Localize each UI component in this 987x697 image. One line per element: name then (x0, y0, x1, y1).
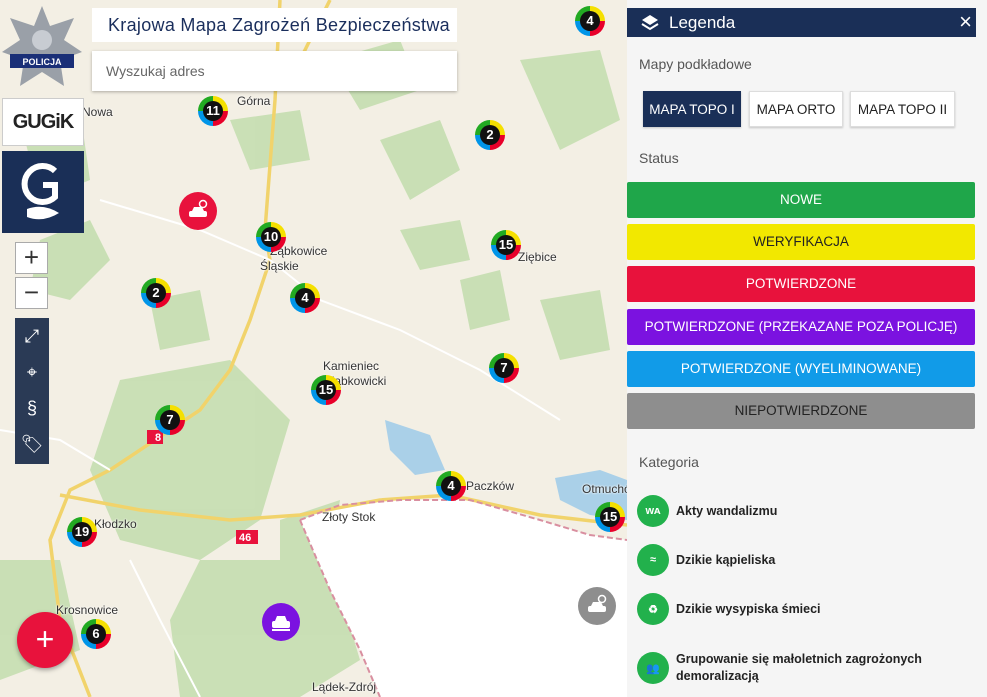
place-label: Kłodzko (94, 517, 137, 531)
add-report-button[interactable]: + (17, 612, 73, 668)
incident-cluster[interactable]: 2 (141, 278, 171, 308)
incident-cluster[interactable]: 11 (198, 96, 228, 126)
status-unconfirmed[interactable]: NIEPOTWIERDZONE (627, 393, 975, 429)
zoom-in-button[interactable]: + (15, 242, 48, 274)
incident-cluster[interactable]: 4 (575, 6, 605, 36)
legal-paragraph-icon[interactable]: § (15, 390, 49, 426)
road-label: 8 (155, 432, 162, 444)
incident-cluster[interactable]: 4 (436, 471, 466, 501)
status-new[interactable]: NOWE (627, 182, 975, 218)
category-illegal-dumps[interactable]: ♻ Dzikie wysypiska śmieci (637, 593, 821, 625)
incident-cluster[interactable]: 19 (67, 517, 97, 547)
search-input[interactable] (92, 51, 457, 91)
car-speed-icon (588, 594, 607, 612)
place-label: Kamieniec (323, 359, 380, 373)
incident-cluster[interactable]: 10 (256, 222, 286, 252)
geoportal-g-icon (21, 163, 59, 220)
category-vandalism[interactable]: ᴡᴀ Akty wandalizmu (637, 495, 777, 527)
status-confirmed-transferred[interactable]: POTWIERDZONE (PRZEKAZANE POZA POLICJĘ) (627, 309, 975, 345)
search-box[interactable] (92, 51, 457, 91)
category-label: Akty wandalizmu (676, 504, 778, 518)
police-logo-text: POLICJA (22, 57, 62, 67)
basemap-topo-1-button[interactable]: MAPA TOPO I (643, 91, 741, 127)
category-heading: Kategoria (639, 454, 699, 470)
tags-icon[interactable]: 🏷 (15, 426, 49, 462)
gugik-logo-text: GUGiK (12, 110, 75, 133)
swimming-icon: ≈ (637, 544, 669, 576)
group-people-icon: 👥 (637, 652, 669, 684)
basemap-topo-2-button[interactable]: MAPA TOPO II (850, 91, 955, 127)
incident-cluster[interactable]: 15 (491, 230, 521, 260)
category-label: Grupowanie się małoletnich zagrożonych d… (676, 652, 922, 683)
place-label: Śląskie (260, 259, 299, 273)
map-canvas[interactable]: 8 46 Górna Ząbkowice Śląskie Kamieniec Z… (0, 0, 627, 697)
place-label: Ziębice (518, 250, 557, 264)
status-confirmed[interactable]: POTWIERDZONE (627, 266, 975, 302)
incident-cluster[interactable]: 15 (595, 502, 625, 532)
incident-cluster[interactable]: 7 (155, 405, 185, 435)
legend-header: Legenda × (627, 8, 976, 37)
status-heading: Status (639, 150, 679, 166)
legend-title: Legenda (669, 13, 736, 32)
place-label: Otmuchów (582, 482, 627, 496)
place-label: Nowa (82, 105, 113, 119)
trash-icon: ♻ (637, 593, 669, 625)
basemaps-heading: Mapy podkładowe (639, 56, 752, 72)
basemap-orto-button[interactable]: MAPA ORTO (749, 91, 843, 127)
incident-cluster[interactable]: 4 (290, 283, 320, 313)
map-toolbar: ⤢ ⌖ § 🏷 (15, 318, 49, 464)
fullscreen-icon[interactable]: ⤢ (15, 318, 49, 354)
incident-cluster[interactable]: 7 (489, 353, 519, 383)
vandalism-icon: ᴡᴀ (637, 495, 669, 527)
status-verification[interactable]: WERYFIKACJA (627, 224, 975, 260)
police-logo: POLICJA (2, 4, 82, 94)
place-label: Paczków (466, 479, 515, 493)
road-label: 46 (239, 532, 252, 544)
speeding-marker[interactable] (262, 603, 300, 641)
incident-cluster[interactable]: 2 (475, 120, 505, 150)
category-juvenile-groups[interactable]: 👥 Grupowanie się małoletnich zagrożonych… (637, 651, 937, 685)
zoom-out-button[interactable]: − (15, 277, 48, 309)
category-label: Dzikie kąpieliska (676, 553, 776, 567)
speeding-marker[interactable] (179, 192, 217, 230)
app-title: Krajowa Mapa Zagrożeń Bezpieczeństwa (92, 8, 457, 42)
speeding-marker[interactable] (578, 587, 616, 625)
layers-icon (641, 15, 659, 31)
legend-panel: Legenda × Mapy podkładowe MAPA TOPO I MA… (627, 0, 987, 697)
place-label: Lądek-Zdrój (312, 680, 377, 694)
close-icon[interactable]: × (959, 7, 972, 36)
place-label: Krosnowice (56, 603, 119, 617)
car-speed-icon (189, 199, 208, 217)
geoportal-logo (2, 151, 84, 233)
status-confirmed-eliminated[interactable]: POTWIERDZONE (WYELIMINOWANE) (627, 351, 975, 387)
incident-cluster[interactable]: 6 (81, 619, 111, 649)
category-label: Dzikie wysypiska śmieci (676, 602, 821, 616)
car-icon (272, 616, 290, 631)
place-label: Górna (237, 94, 271, 108)
gugik-logo: GUGiK (2, 98, 84, 146)
place-label: Złoty Stok (322, 510, 376, 524)
locate-icon[interactable]: ⌖ (15, 354, 49, 390)
incident-cluster[interactable]: 15 (311, 375, 341, 405)
category-wild-swimming[interactable]: ≈ Dzikie kąpieliska (637, 544, 775, 576)
